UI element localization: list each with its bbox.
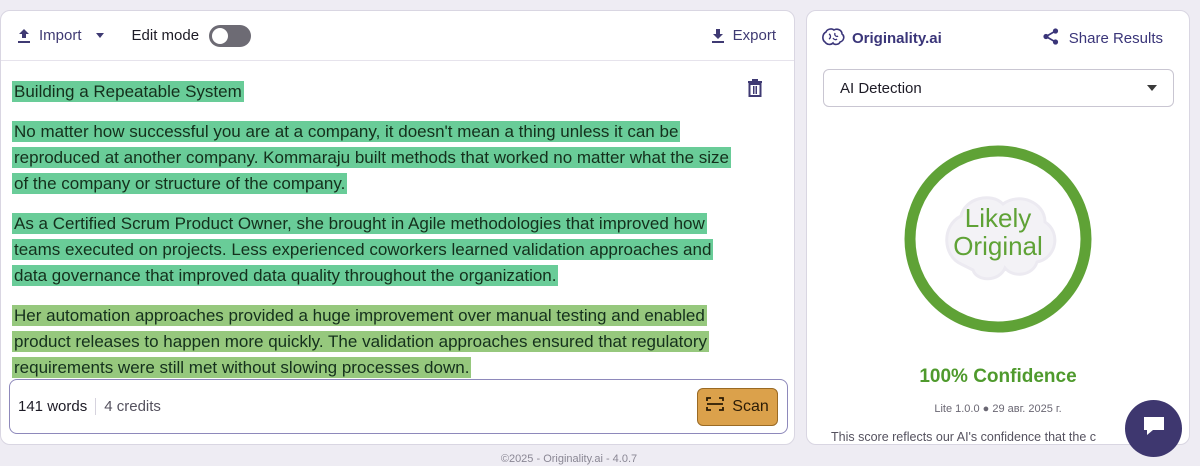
- share-label: Share Results: [1068, 30, 1163, 47]
- download-icon: [711, 28, 725, 44]
- share-icon: [1043, 28, 1059, 49]
- status-bar: 141 words 4 credits Scan: [9, 379, 788, 434]
- scan-label: Scan: [732, 397, 769, 415]
- credit-count: 4 credits: [104, 398, 161, 415]
- confidence-score: 100% Confidence: [919, 366, 1077, 387]
- edit-mode-control: Edit mode: [131, 24, 252, 47]
- import-button[interactable]: Import: [17, 27, 104, 44]
- export-label: Export: [732, 27, 776, 44]
- export-button[interactable]: Export: [711, 27, 776, 44]
- doc-paragraph: As a Certified Scrum Product Owner, she …: [12, 211, 747, 289]
- edit-mode-toggle[interactable]: [209, 24, 252, 47]
- chat-icon: [1141, 414, 1167, 443]
- doc-paragraph: No matter how successful you are at a co…: [12, 119, 747, 197]
- scan-icon: [706, 396, 725, 417]
- brand-name: Originality.ai: [852, 30, 942, 47]
- highlighted-text: Building a Repeatable System: [12, 81, 244, 102]
- results-header: Originality.ai Share Results: [807, 11, 1189, 66]
- gauge-result-label: Likely Original: [903, 204, 1093, 260]
- highlighted-text: As a Certified Scrum Product Owner, she …: [12, 213, 714, 286]
- highlighted-text: Her automation approaches provided a hug…: [12, 305, 710, 378]
- chevron-down-icon: [95, 33, 104, 38]
- trash-icon[interactable]: [747, 79, 763, 102]
- import-label: Import: [39, 27, 82, 44]
- detection-type-select[interactable]: AI Detection: [823, 69, 1174, 107]
- brand-logo: Originality.ai: [821, 27, 942, 50]
- footer-copyright: ©2025 - Originality.ai - 4.0.7: [500, 453, 638, 465]
- doc-paragraph: Her automation approaches provided a hug…: [12, 303, 747, 381]
- results-panel: Originality.ai Share Results AI Detectio…: [806, 10, 1190, 445]
- edit-mode-label: Edit mode: [131, 27, 200, 44]
- document-text[interactable]: Building a Repeatable System No matter h…: [12, 79, 747, 395]
- share-results-button[interactable]: Share Results: [1043, 28, 1163, 49]
- editor-panel: Import Edit mode Export Building a Repea…: [0, 10, 795, 445]
- doc-heading: Building a Repeatable System: [12, 79, 747, 105]
- result-gauge: Likely Original: [903, 144, 1093, 334]
- brain-icon: [821, 27, 845, 50]
- upload-icon: [17, 28, 31, 44]
- highlighted-text: No matter how successful you are at a co…: [12, 121, 732, 194]
- dropdown-arrow-icon: [1147, 85, 1157, 91]
- gauge-line-1: Likely: [964, 203, 1032, 233]
- chat-button[interactable]: [1125, 400, 1182, 457]
- score-explanation: This score reflects our AI's confidence …: [831, 430, 1097, 444]
- word-count: 141 words: [18, 398, 97, 415]
- editor-toolbar: Import Edit mode Export: [1, 11, 794, 61]
- gauge-line-2: Original: [953, 231, 1043, 261]
- select-value: AI Detection: [840, 79, 922, 97]
- scan-button[interactable]: Scan: [697, 387, 778, 426]
